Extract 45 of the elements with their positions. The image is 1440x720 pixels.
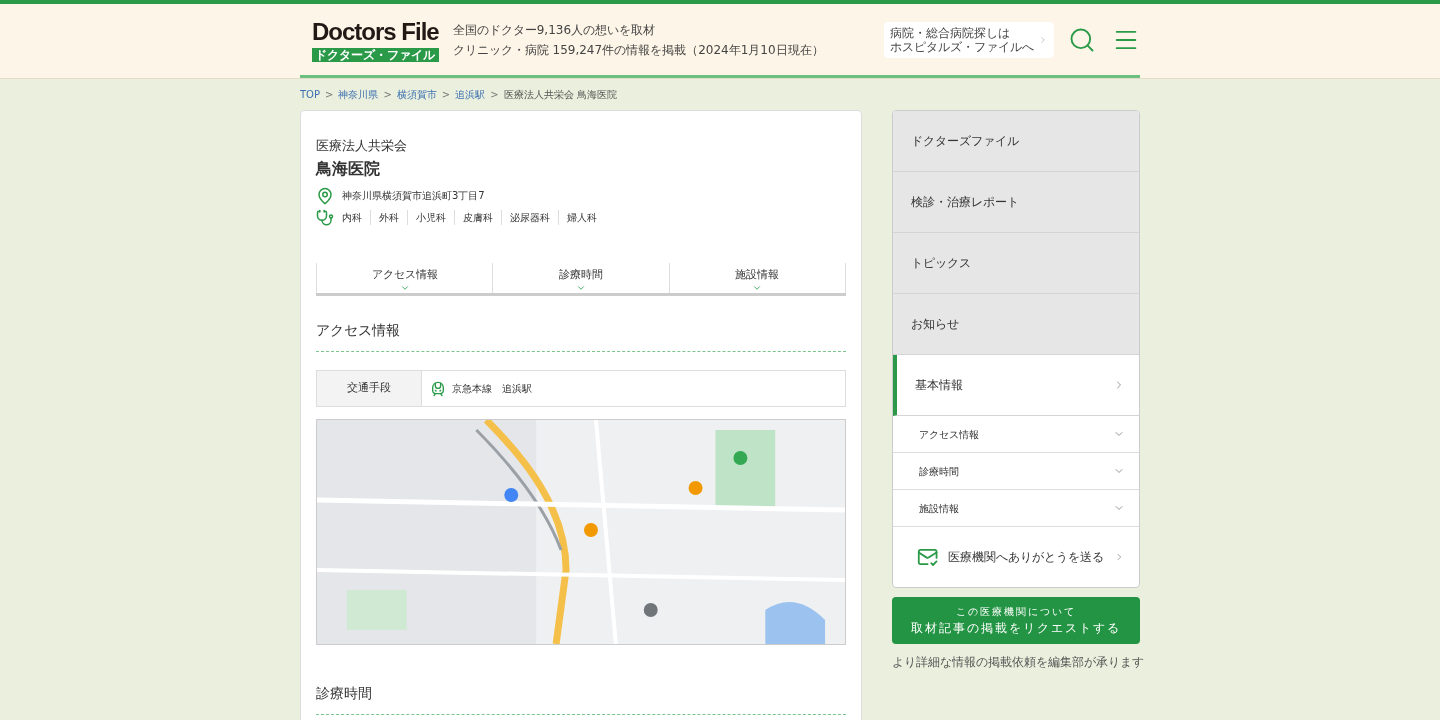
separator: > <box>325 88 334 102</box>
anchor-tab[interactable]: 施設情報 <box>668 262 846 293</box>
tagline: クリニック・病院 159,247件の情報を掲載（2024年1月10日現在） <box>452 41 824 59</box>
chevron-down-icon <box>575 283 587 293</box>
sidebar-item[interactable]: 基本情報 <box>893 355 1139 416</box>
sidebar-item[interactable]: 検診・治療レポート <box>893 172 1139 233</box>
tagline: 全国のドクター9,136人の想いを取材 <box>452 21 657 39</box>
breadcrumb-link[interactable]: 追浜駅 <box>455 87 486 102</box>
clinic-name: 鳥海医院 <box>316 157 381 180</box>
chevron-icon <box>1038 34 1048 45</box>
separator: > <box>441 88 451 102</box>
map-pin-icon <box>316 186 334 205</box>
corporation-name: 医療法人共栄会 <box>316 137 408 155</box>
department: 泌尿器科 <box>501 210 558 225</box>
department: 外科 <box>370 210 407 225</box>
sidebar-item[interactable]: トピックス <box>893 233 1139 294</box>
anchor-tab[interactable]: アクセス情報 <box>316 262 493 293</box>
department: 小児科 <box>407 210 454 225</box>
hospital-link[interactable]: 病院・総合病院探しは ホスピタルズ・ファイルへ <box>884 21 1054 58</box>
breadcrumb-link[interactable]: 横須賀市 <box>396 87 437 102</box>
address: 神奈川県横須賀市追浜町3丁目7 <box>342 189 485 203</box>
stethoscope-icon <box>316 208 334 227</box>
anchor-tab[interactable]: 診療時間 <box>492 262 669 293</box>
breadcrumb-current: 医療法人共栄会 鳥海医院 <box>503 88 617 102</box>
sidebar-subitem[interactable]: 診療時間 <box>893 453 1139 490</box>
breadcrumb-link[interactable]: TOP <box>300 87 320 102</box>
logo-subtitle: ドクターズ・ファイル <box>312 48 439 62</box>
table-cell-text: 京急本線 追浜駅 <box>452 382 532 396</box>
sidebar-item[interactable]: お知らせ <box>893 294 1139 355</box>
separator: > <box>383 88 392 102</box>
train-icon <box>430 380 446 397</box>
section-heading: アクセス情報 <box>316 320 846 352</box>
thanks-link[interactable]: 医療機関へありがとうを送る <box>893 527 1139 587</box>
department: 内科 <box>342 211 363 225</box>
department: 皮膚科 <box>454 210 501 225</box>
logo[interactable]: Doctors File <box>312 17 439 47</box>
table-header-cell: 交通手段 <box>316 370 422 407</box>
section-heading: 診療時間 <box>316 683 846 715</box>
request-button[interactable]: この医療機関について 取材記事の掲載をリクエストする <box>892 597 1140 644</box>
separator: > <box>490 88 499 102</box>
sidebar-subitem[interactable]: 施設情報 <box>893 490 1139 527</box>
department: 婦人科 <box>558 210 605 225</box>
breadcrumb-link[interactable]: 神奈川県 <box>338 87 379 102</box>
sidebar-item[interactable]: ドクターズファイル <box>893 111 1139 172</box>
sidebar-subitem[interactable]: アクセス情報 <box>893 416 1139 453</box>
